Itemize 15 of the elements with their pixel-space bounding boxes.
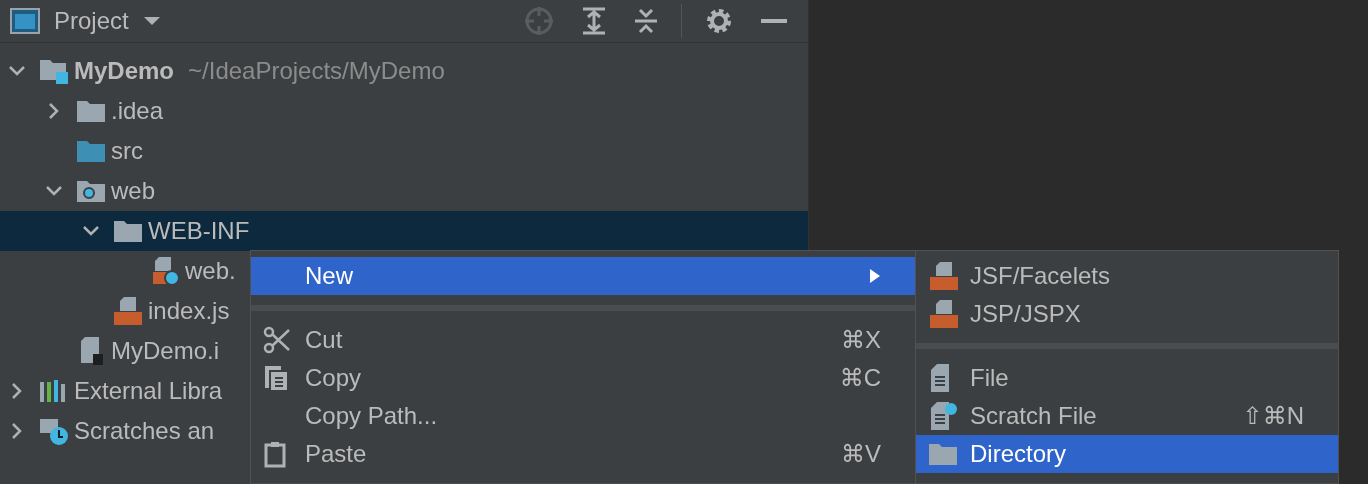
project-path: ~/IdeaProjects/MyDemo	[188, 57, 445, 85]
tree-item-label: .idea	[111, 97, 164, 125]
tree-item-label: index.js	[148, 297, 230, 325]
shortcut-label: ⌘X	[841, 326, 881, 354]
tree-item-label: External Libra	[74, 377, 223, 405]
tree-item-label: web	[111, 177, 156, 205]
tree-item-label: WEB-INF	[148, 217, 250, 245]
tree-item-label: MyDemo	[74, 57, 175, 85]
shortcut-label: ⇧⌘N	[1242, 402, 1304, 430]
tree-item-label: MyDemo.i	[111, 337, 219, 365]
tree-item-label: Scratches an	[74, 417, 215, 445]
shortcut-label: ⌘C	[839, 364, 881, 392]
shortcut-label: ⌘V	[841, 440, 881, 468]
tree-item-label: src	[111, 137, 143, 165]
tree-item-label: web.	[185, 257, 236, 285]
